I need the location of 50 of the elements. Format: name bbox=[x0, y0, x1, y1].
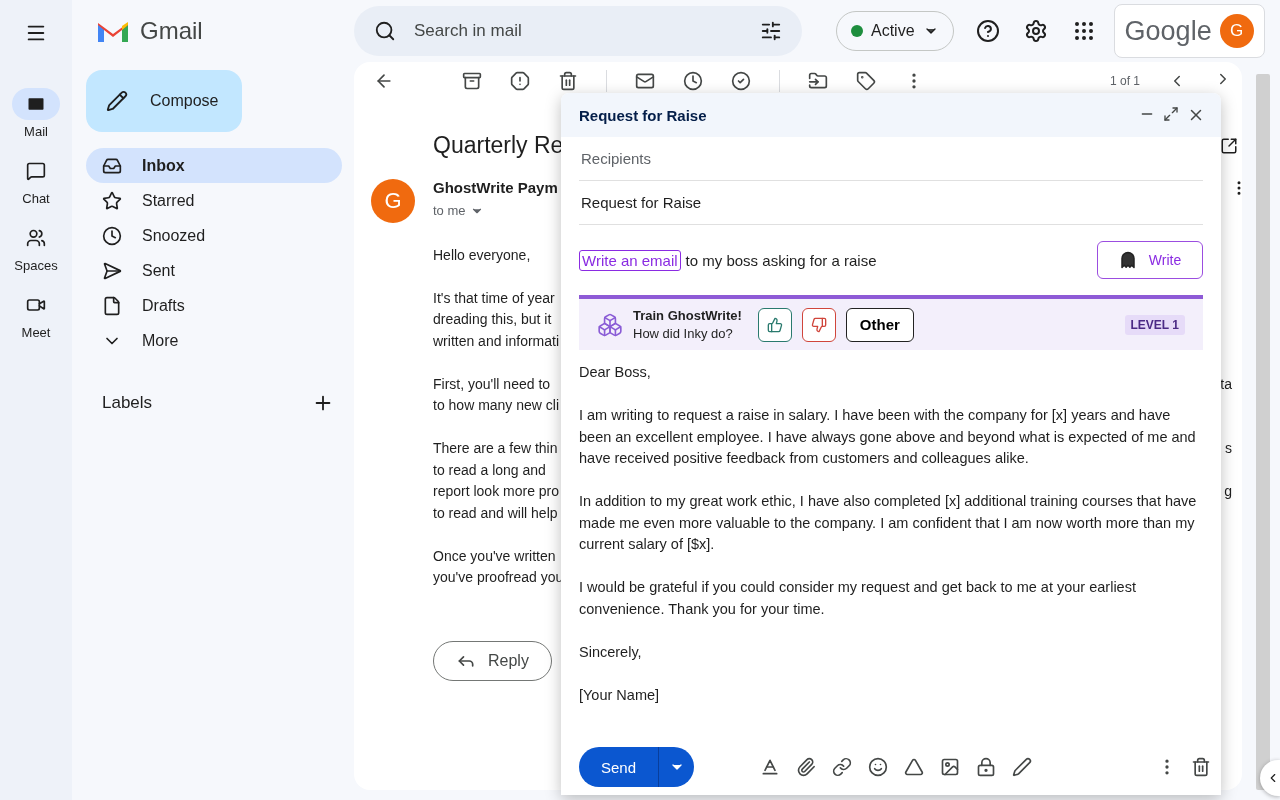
message-text: dreading this, but it bbox=[433, 310, 552, 329]
message-text: There are a few thin bbox=[433, 439, 558, 458]
nav-item[interactable]: Inbox bbox=[86, 148, 342, 183]
nav-item[interactable]: More bbox=[86, 323, 342, 358]
email-paragraph: I am writing to request a raise in salary. I have been with the company for [x] years and have been an excellent employee. I have always gone above and beyond what is expected of me and have received positive feedback from customers and colleagues alike. bbox=[579, 406, 1197, 468]
message-text: Once you've written bbox=[433, 546, 556, 566]
email-paragraph: Sincerely, bbox=[579, 642, 643, 662]
reply-button[interactable]: Reply bbox=[433, 640, 552, 681]
message-text: to read a long and bbox=[433, 460, 546, 480]
sender-name: GhostWrite Paym bbox=[433, 179, 558, 197]
pager: 1 of 1 bbox=[1109, 74, 1140, 88]
search-bar[interactable]: Search in mail bbox=[354, 6, 802, 56]
account-button[interactable]: Google G bbox=[1113, 4, 1265, 58]
message-text: Hello everyone, bbox=[433, 245, 531, 265]
message-subject: Quarterly Re bbox=[433, 132, 564, 159]
write-button[interactable]: Write bbox=[1097, 241, 1203, 279]
prompt-text: Write an email to my boss asking for a raise bbox=[579, 251, 877, 269]
train-question: How did Inky do? bbox=[633, 326, 734, 341]
message-text: ta bbox=[1220, 374, 1232, 394]
nav-item[interactable]: Drafts bbox=[86, 288, 342, 323]
email-paragraph: Dear Boss, bbox=[579, 363, 652, 382]
rail-item[interactable]: Spaces bbox=[12, 222, 60, 273]
nav-item[interactable]: Sent bbox=[86, 253, 342, 288]
other-button[interactable]: Other bbox=[845, 307, 914, 342]
email-paragraph: [Your Name] bbox=[579, 685, 661, 705]
message-text: s bbox=[1225, 439, 1232, 458]
train-title: Train GhostWrite! bbox=[633, 308, 742, 323]
rail-item[interactable]: Chat bbox=[12, 155, 60, 206]
recipient-toggle[interactable]: to me bbox=[433, 203, 484, 218]
rail-item[interactable]: Meet bbox=[12, 289, 60, 340]
compose-button[interactable]: Compose bbox=[86, 70, 242, 132]
message-text: g bbox=[1224, 482, 1232, 501]
sender-avatar: G bbox=[371, 179, 415, 223]
brand-name: Gmail bbox=[140, 17, 203, 45]
compose-title: Request for Raise bbox=[579, 106, 707, 124]
message-text: First, you'll need to bbox=[433, 374, 551, 394]
level-badge: LEVEL 1 bbox=[1124, 314, 1185, 335]
nav-item[interactable]: Starred bbox=[86, 183, 342, 218]
labels-heading: Labels bbox=[102, 393, 153, 413]
message-text: report look more pro bbox=[433, 482, 560, 501]
email-paragraph: In addition to my great work ethic, I have also completed [x] additional training courses that have made me even more valuable to the company. I am confident that I am now worth more than my current salary of [$x]. bbox=[579, 492, 1198, 554]
message-text: written and informati bbox=[433, 331, 560, 351]
send-button[interactable]: Send bbox=[579, 747, 659, 787]
search-field[interactable]: Search in mail bbox=[412, 20, 744, 42]
nav-item[interactable]: Snoozed bbox=[86, 218, 342, 253]
avatar: G bbox=[1219, 14, 1254, 48]
message-text: It's that time of year bbox=[433, 288, 555, 308]
email-paragraph: I would be grateful if you could consider my request and get back to me at your earliest convenience. Thank you for your time. bbox=[579, 578, 1137, 619]
message-text: to read and will help bbox=[433, 503, 558, 523]
message-text: to how many new cli bbox=[433, 396, 560, 415]
